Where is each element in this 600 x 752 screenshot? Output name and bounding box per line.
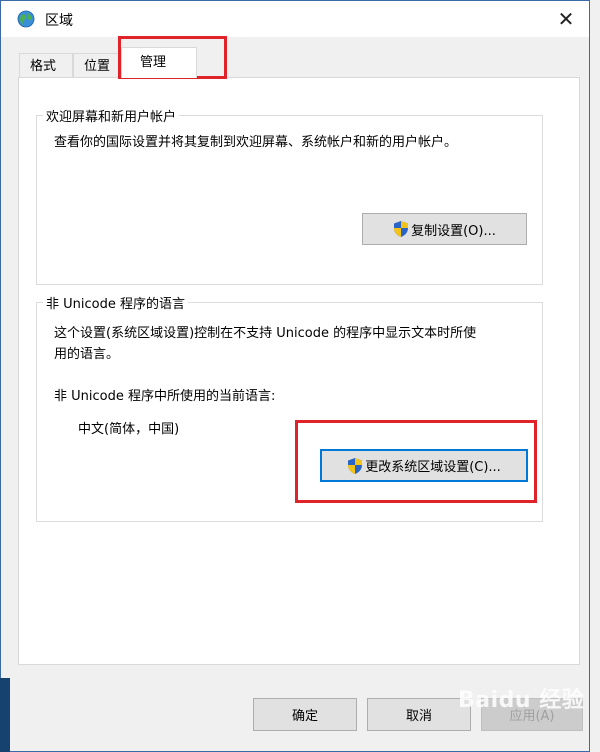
welcome-description: 查看你的国际设置并将其复制到欢迎屏幕、系统帐户和新的用户帐户。 [54,135,458,150]
administrative-tab-panel: 欢迎屏幕和新用户帐户 查看你的国际设置并将其复制到欢迎屏幕、系统帐户和新的用户帐… [18,77,580,665]
ok-button[interactable]: 确定 [253,698,357,731]
copy-settings-label: 复制设置(O)... [411,223,496,239]
cancel-button[interactable]: 取消 [367,698,471,731]
current-language-value: 中文(简体，中国) [78,422,180,437]
change-system-locale-label: 更改系统区域设置(C)... [365,460,501,475]
uac-shield-icon [394,221,409,237]
region-dialog: 区域 ✕ 格式 位置 管理 欢迎屏幕和新用户帐户 查看你的国际设置并将其复制到欢… [0,0,590,752]
non-unicode-description-line1: 这个设置(系统区域设置)控制在不支持 Unicode 的程序中显示文本时所使 [54,326,477,341]
close-icon: ✕ [557,7,575,31]
copy-settings-button[interactable]: 复制设置(O)... [362,213,527,245]
tab-administrative[interactable]: 管理 [121,47,197,78]
non-unicode-description-line2: 用的语言。 [54,347,120,362]
uac-shield-icon [348,457,363,474]
cancel-label: 取消 [405,709,432,724]
welcome-group-title: 欢迎屏幕和新用户帐户 [43,106,180,125]
close-button[interactable]: ✕ [543,1,589,37]
background-taskbar-strip [0,678,10,752]
non-unicode-group-title: 非 Unicode 程序的语言 [43,293,188,312]
globe-icon [17,10,35,28]
tab-format[interactable]: 格式 [19,53,73,77]
non-unicode-group: 非 Unicode 程序的语言 这个设置(系统区域设置)控制在不支持 Unico… [36,293,543,522]
watermark-text: Baidu 经验 [458,688,585,713]
change-system-locale-button[interactable]: 更改系统区域设置(C)... [320,449,528,482]
ok-label: 确定 [291,709,318,724]
window-title: 区域 [45,13,73,29]
current-language-label: 非 Unicode 程序中所使用的当前语言: [54,389,276,404]
title-bar: 区域 ✕ [1,1,589,37]
background-desktop-strip [590,0,600,752]
baidu-watermark-logo: Baidu 经验 [458,682,586,732]
welcome-screen-group: 欢迎屏幕和新用户帐户 查看你的国际设置并将其复制到欢迎屏幕、系统帐户和新的用户帐… [36,106,543,285]
tab-location[interactable]: 位置 [73,53,121,77]
